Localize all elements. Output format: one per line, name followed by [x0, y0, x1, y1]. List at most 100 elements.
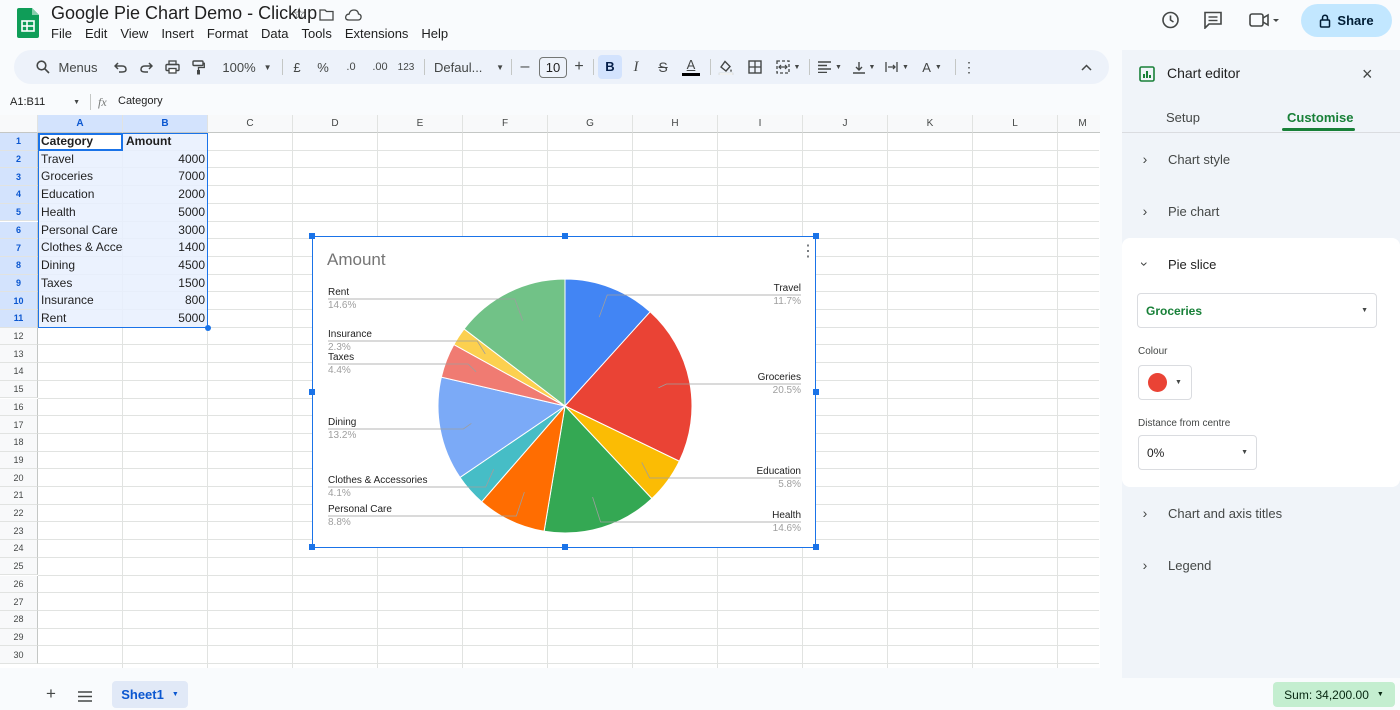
- row-header[interactable]: 24: [0, 540, 38, 558]
- cell-amount[interactable]: 800: [124, 292, 208, 310]
- document-title[interactable]: Google Pie Chart Demo - Clickup: [51, 3, 317, 24]
- add-sheet-icon[interactable]: +: [46, 684, 56, 704]
- spreadsheet-grid[interactable]: ABCDEFGHIJKLM 1 2 3 4 5 6 7 8 9 10 11 12 13 14 15 16 17 1…: [0, 115, 1100, 668]
- text-rotation-icon[interactable]: A ▼: [918, 50, 946, 84]
- tab-setup[interactable]: Setup: [1166, 110, 1200, 125]
- strikethrough-button[interactable]: S: [655, 50, 671, 84]
- cell-amount[interactable]: 1500: [124, 275, 208, 293]
- percent-button[interactable]: %: [316, 50, 330, 84]
- row-header[interactable]: 8: [0, 256, 38, 275]
- row-header[interactable]: 21: [0, 487, 38, 505]
- paint-format-icon[interactable]: [188, 50, 208, 84]
- tab-customise[interactable]: Customise: [1287, 110, 1353, 125]
- row-header[interactable]: 26: [0, 575, 38, 594]
- sum-indicator[interactable]: Sum: 34,200.00 ▼: [1273, 682, 1395, 707]
- column-header[interactable]: J: [803, 115, 888, 133]
- column-header[interactable]: G: [548, 115, 633, 133]
- cell-amount[interactable]: 4500: [124, 257, 208, 275]
- text-wrap-icon[interactable]: ▼: [883, 50, 911, 84]
- merge-cells-icon[interactable]: ▼: [773, 50, 803, 84]
- cell-category[interactable]: Health: [39, 204, 123, 222]
- section-pie-slice[interactable]: › Pie slice: [1122, 238, 1400, 290]
- row-header[interactable]: 27: [0, 593, 38, 611]
- row-header[interactable]: 2: [0, 150, 38, 169]
- row-header[interactable]: 15: [0, 380, 38, 399]
- cell-amount[interactable]: 1400: [124, 239, 208, 257]
- bold-button[interactable]: B: [598, 50, 622, 84]
- colour-picker[interactable]: ▼: [1138, 365, 1192, 400]
- star-icon[interactable]: ☆: [292, 4, 306, 24]
- cell-amount[interactable]: 4000: [124, 151, 208, 169]
- collapse-toolbar-icon[interactable]: [1076, 50, 1096, 84]
- cell-amount[interactable]: 3000: [124, 222, 208, 240]
- fill-color-icon[interactable]: [716, 50, 736, 84]
- section-legend[interactable]: › Legend: [1122, 539, 1400, 591]
- cloud-status-icon[interactable]: [345, 8, 362, 26]
- zoom-select[interactable]: 100% ▼: [218, 50, 276, 84]
- cell-category[interactable]: Rent: [39, 310, 123, 328]
- row-header[interactable]: 6: [0, 221, 38, 240]
- history-icon[interactable]: [1160, 10, 1180, 35]
- section-chart-style[interactable]: › Chart style: [1122, 133, 1400, 185]
- menu-help[interactable]: Help: [421, 26, 448, 41]
- currency-button[interactable]: £: [290, 50, 304, 84]
- column-header[interactable]: H: [633, 115, 718, 133]
- select-all-corner[interactable]: [0, 115, 38, 133]
- menu-format[interactable]: Format: [207, 26, 248, 41]
- horizontal-align-icon[interactable]: ▼: [816, 50, 844, 84]
- increase-decimal-button[interactable]: .00: [368, 50, 392, 84]
- slice-select[interactable]: Groceries ▼: [1137, 293, 1377, 328]
- cell-category[interactable]: Education: [39, 186, 123, 204]
- row-header[interactable]: 9: [0, 274, 38, 293]
- cell-amount[interactable]: 7000: [124, 168, 208, 186]
- distance-select[interactable]: 0% ▼: [1138, 435, 1257, 470]
- cell-category[interactable]: Taxes: [39, 275, 123, 293]
- column-header[interactable]: I: [718, 115, 803, 133]
- row-header[interactable]: 10: [0, 292, 38, 310]
- cell-category[interactable]: Groceries: [39, 168, 123, 186]
- row-header[interactable]: 29: [0, 628, 38, 647]
- row-header[interactable]: 4: [0, 186, 38, 204]
- font-size-decrease-button[interactable]: –: [518, 50, 532, 84]
- section-pie-chart[interactable]: › Pie chart: [1122, 185, 1400, 237]
- row-header[interactable]: 3: [0, 168, 38, 187]
- cell-amount[interactable]: 2000: [124, 186, 208, 204]
- row-header[interactable]: 14: [0, 363, 38, 381]
- font-size-increase-button[interactable]: +: [572, 50, 586, 84]
- name-box[interactable]: A1:B11 ▼: [10, 94, 80, 110]
- italic-button[interactable]: I: [628, 50, 644, 84]
- print-icon[interactable]: [162, 50, 182, 84]
- cell-category[interactable]: Personal Care: [39, 222, 123, 240]
- menu-extensions[interactable]: Extensions: [345, 26, 409, 41]
- undo-icon[interactable]: [110, 50, 130, 84]
- row-header[interactable]: 18: [0, 433, 38, 452]
- meet-icon[interactable]: [1249, 13, 1279, 32]
- move-folder-icon[interactable]: [319, 8, 334, 26]
- row-header[interactable]: 5: [0, 203, 38, 222]
- cell-category[interactable]: Dining: [39, 257, 123, 275]
- cell-category[interactable]: Category: [39, 133, 123, 151]
- column-header[interactable]: M: [1058, 115, 1100, 133]
- borders-icon[interactable]: [745, 50, 765, 84]
- row-header[interactable]: 28: [0, 610, 38, 629]
- row-header[interactable]: 19: [0, 451, 38, 470]
- column-header[interactable]: F: [463, 115, 548, 133]
- row-header[interactable]: 7: [0, 239, 38, 257]
- text-color-button[interactable]: A: [681, 50, 701, 84]
- row-header[interactable]: 17: [0, 416, 38, 434]
- cell-amount[interactable]: 5000: [124, 204, 208, 222]
- font-size-input[interactable]: 10: [538, 50, 568, 84]
- decrease-decimal-button[interactable]: .0: [340, 50, 362, 84]
- column-header[interactable]: A: [38, 115, 123, 133]
- sheet-tab-sheet1[interactable]: Sheet1 ▼: [112, 681, 188, 708]
- vertical-align-icon[interactable]: ▼: [850, 50, 878, 84]
- menu-data[interactable]: Data: [261, 26, 288, 41]
- row-header[interactable]: 20: [0, 469, 38, 487]
- cell-amount[interactable]: Amount: [124, 133, 208, 151]
- row-header[interactable]: 22: [0, 504, 38, 523]
- pie-chart[interactable]: Amount ⋮ Travel 11.7% Groceries 20.5% Educat…: [309, 233, 819, 550]
- row-header[interactable]: 30: [0, 646, 38, 664]
- column-header[interactable]: K: [888, 115, 973, 133]
- cell-category[interactable]: Insurance: [39, 292, 123, 310]
- font-select[interactable]: Defaul... ▼: [434, 50, 504, 84]
